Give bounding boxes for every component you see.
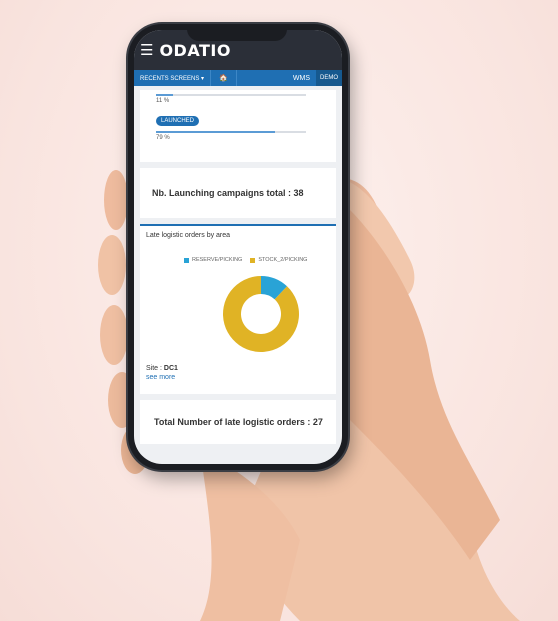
- campaign-progress-card: 11 % LAUNCHED 79 %: [140, 90, 336, 162]
- site-line: Site : DC1: [146, 365, 330, 372]
- site-value: DC1: [163, 365, 178, 372]
- legend-swatch-reserve: [184, 257, 189, 263]
- progress-percent-1: 11 %: [156, 98, 170, 104]
- progress-percent-2: 79 %: [156, 135, 170, 141]
- legend-item-reserve[interactable]: RESERVE/PICKING: [184, 257, 242, 263]
- launched-badge: LAUNCHED: [156, 116, 200, 126]
- late-total-text: Total Number of late logistic orders : 2…: [154, 417, 323, 427]
- see-more-link[interactable]: see more: [146, 374, 330, 381]
- phone-notch: [187, 25, 287, 41]
- phone-screen: ☰ ODATIO RECENTS SCREENS ▾ 🏠 WMS DEMO 11…: [134, 30, 342, 464]
- progress-fill-2: [156, 131, 275, 133]
- nav-bar: RECENTS SCREENS ▾ 🏠 WMS DEMO: [134, 70, 342, 86]
- legend-swatch-stock: [250, 257, 256, 263]
- hamburger-menu-icon[interactable]: ☰: [140, 41, 153, 59]
- legend-item-stock[interactable]: STOCK_2/PICKING: [250, 257, 307, 263]
- home-icon[interactable]: 🏠: [211, 70, 237, 86]
- late-total-card: Total Number of late logistic orders : 2…: [140, 400, 336, 444]
- progress-bar-2: [156, 131, 306, 133]
- donut-chart[interactable]: [216, 269, 306, 359]
- chart-title: Late logistic orders by area: [146, 232, 231, 239]
- progress-bar-1: [156, 94, 306, 96]
- donut-slice-stock-2-picking[interactable]: [223, 276, 299, 352]
- brand-logo: ODATIO: [159, 40, 231, 60]
- launch-total-card: Nb. Launching campaigns total : 38: [140, 168, 336, 218]
- donut-chart-wrap: [216, 269, 330, 359]
- site-label: Site :: [146, 365, 164, 372]
- recent-screens-menu[interactable]: RECENTS SCREENS ▾: [134, 70, 212, 86]
- launch-total-text: Nb. Launching campaigns total : 38: [152, 188, 304, 198]
- progress-fill-1: [156, 94, 173, 96]
- wms-tab[interactable]: WMS: [287, 75, 316, 82]
- legend-label-reserve: RESERVE/PICKING: [192, 257, 243, 263]
- late-orders-chart-card: Late logistic orders by area RESERVE/PIC…: [140, 224, 336, 394]
- chart-legend: RESERVE/PICKING STOCK_2/PICKING: [184, 257, 330, 263]
- legend-label-stock: STOCK_2/PICKING: [258, 257, 308, 263]
- demo-tab[interactable]: DEMO: [316, 70, 342, 86]
